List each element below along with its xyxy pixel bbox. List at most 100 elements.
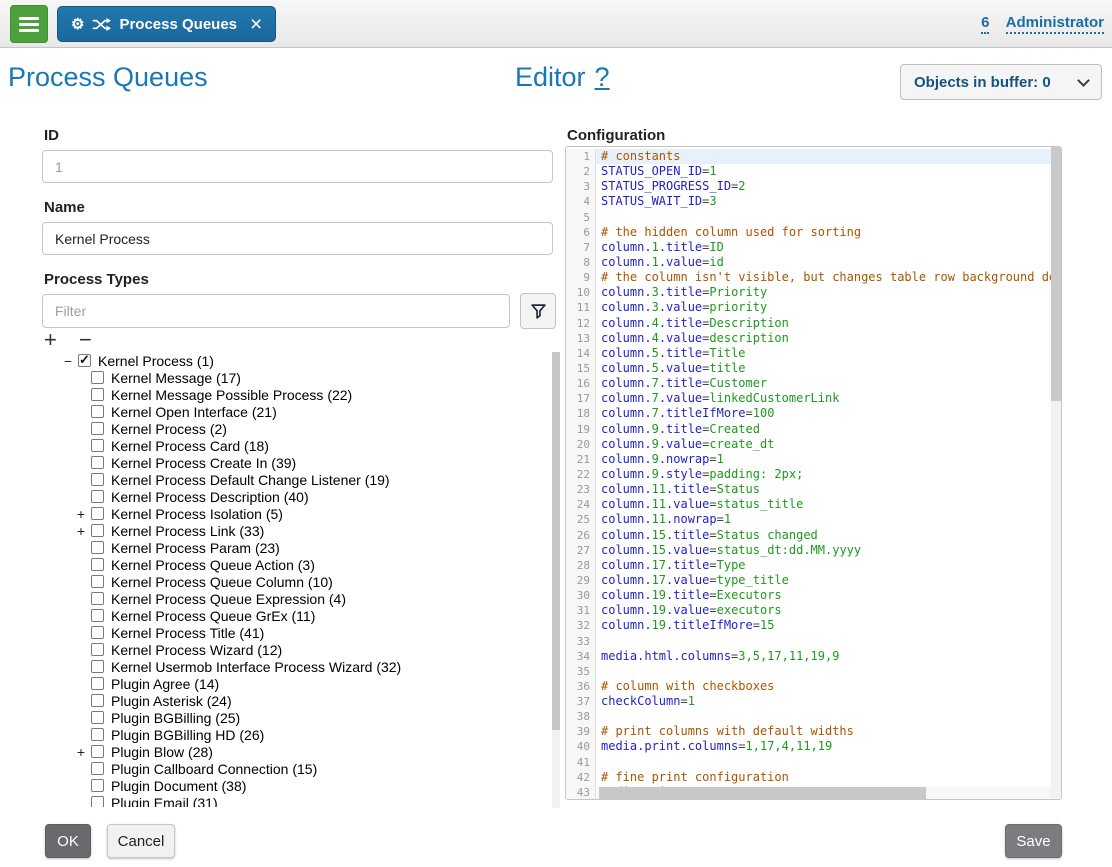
tree-checkbox[interactable]: [91, 711, 104, 724]
tree-item[interactable]: Plugin Callboard Connection (15): [42, 760, 548, 777]
tree-item-label: Kernel Process Param (23): [111, 540, 280, 556]
tree-scrollbar-thumb[interactable]: [552, 352, 560, 730]
tree-item[interactable]: Plugin Document (38): [42, 777, 548, 794]
tree-checkbox[interactable]: [91, 558, 104, 571]
tree-checkbox[interactable]: [91, 541, 104, 554]
tree-item[interactable]: Plugin Asterisk (24): [42, 692, 548, 709]
tab-process-queues[interactable]: ⚙ Process Queues ×: [57, 6, 276, 42]
editor-horizontal-scrollbar[interactable]: [597, 787, 1051, 799]
tree-checkbox[interactable]: [91, 456, 104, 469]
code-text: [596, 755, 1061, 770]
tree-item[interactable]: Kernel Process Create In (39): [42, 454, 548, 471]
tree-checkbox[interactable]: [91, 388, 104, 401]
tree-checkbox[interactable]: [91, 745, 104, 758]
tree-checkbox[interactable]: [91, 694, 104, 707]
code-text: STATUS_PROGRESS_ID=2: [596, 179, 1061, 194]
expand-toggle-icon[interactable]: +: [75, 507, 87, 521]
editor-vertical-scrollbar[interactable]: [1051, 147, 1061, 799]
tree-checkbox[interactable]: [91, 422, 104, 435]
filter-button[interactable]: [520, 293, 556, 329]
tree-checkbox[interactable]: [91, 643, 104, 656]
editor-vertical-scrollbar-thumb[interactable]: [1051, 147, 1061, 401]
menu-button[interactable]: [10, 5, 48, 43]
tree-checkbox[interactable]: [91, 439, 104, 452]
collapse-toggle-icon[interactable]: −: [62, 354, 74, 368]
code-text: [596, 634, 1061, 649]
tree-item[interactable]: Kernel Process Queue Column (10): [42, 573, 548, 590]
filter-input[interactable]: [42, 294, 510, 328]
tree-item[interactable]: +Plugin Blow (28): [42, 743, 548, 760]
objects-in-buffer-dropdown[interactable]: Objects in buffer: 0: [900, 64, 1102, 100]
tree-checkbox[interactable]: [91, 490, 104, 503]
tree-item-label: Kernel Process Queue GrEx (11): [111, 608, 315, 624]
code-text: column.17.value=type_title: [596, 573, 1061, 588]
tree-item[interactable]: Kernel Message Possible Process (22): [42, 386, 548, 403]
tree-item[interactable]: Kernel Process Wizard (12): [42, 641, 548, 658]
line-number: 36: [566, 679, 596, 694]
tree-item[interactable]: Kernel Process Description (40): [42, 488, 548, 505]
notification-count-link[interactable]: 6: [981, 14, 989, 34]
tree-item[interactable]: Kernel Process Queue Action (3): [42, 556, 548, 573]
line-number: 43: [566, 785, 596, 800]
id-field[interactable]: [42, 150, 553, 183]
tree-checkbox[interactable]: [91, 473, 104, 486]
code-text: column.3.value=priority: [596, 300, 1061, 315]
expand-toggle-icon[interactable]: +: [75, 524, 87, 538]
tree-item-label: Kernel Process Description (40): [111, 489, 309, 505]
tree-checkbox[interactable]: [91, 524, 104, 537]
collapse-all-button[interactable]: −: [79, 327, 92, 352]
tree-checkbox[interactable]: [91, 405, 104, 418]
tree-item[interactable]: Kernel Message (17): [42, 369, 548, 386]
tree-item-label: Kernel Process Queue Column (10): [111, 574, 333, 590]
close-icon[interactable]: ×: [250, 14, 262, 35]
ok-button[interactable]: OK: [45, 824, 91, 858]
code-line: 12column.4.title=Description: [566, 316, 1061, 331]
expand-toggle-icon[interactable]: +: [75, 745, 87, 759]
tree-checkbox[interactable]: [91, 779, 104, 792]
tree-checkbox[interactable]: [78, 354, 91, 367]
expand-all-button[interactable]: +: [44, 327, 57, 352]
name-field[interactable]: [42, 222, 553, 255]
tree-item[interactable]: Plugin Agree (14): [42, 675, 548, 692]
user-link[interactable]: Administrator: [1006, 14, 1104, 34]
tree-item-label: Kernel Usermob Interface Process Wizard …: [111, 659, 401, 675]
tree-item[interactable]: +Kernel Process Isolation (5): [42, 505, 548, 522]
code-lines: 1# constants2STATUS_OPEN_ID=13STATUS_PRO…: [566, 149, 1061, 800]
tree-item-label: Plugin Email (31): [111, 795, 218, 808]
tree-item[interactable]: Plugin Email (31): [42, 794, 548, 807]
help-link[interactable]: ?: [595, 62, 610, 92]
tree-checkbox[interactable]: [91, 371, 104, 384]
cancel-button[interactable]: Cancel: [107, 824, 175, 858]
tree-item[interactable]: Kernel Process Param (23): [42, 539, 548, 556]
editor-horizontal-scrollbar-thumb[interactable]: [599, 787, 926, 799]
tree-item-label: Kernel Message (17): [111, 370, 241, 386]
tree-checkbox[interactable]: [91, 609, 104, 622]
tree-checkbox[interactable]: [91, 677, 104, 690]
tree-item[interactable]: Kernel Process Default Change Listener (…: [42, 471, 548, 488]
tree-item[interactable]: Kernel Open Interface (21): [42, 403, 548, 420]
save-button[interactable]: Save: [1005, 824, 1062, 858]
tree-item[interactable]: Plugin BGBilling HD (26): [42, 726, 548, 743]
tree-checkbox[interactable]: [91, 796, 104, 807]
tree-scrollbar[interactable]: [552, 352, 560, 808]
tree-item[interactable]: Kernel Process Title (41): [42, 624, 548, 641]
code-line: 25column.11.nowrap=1: [566, 512, 1061, 527]
tree-item[interactable]: Kernel Process Queue Expression (4): [42, 590, 548, 607]
tree-checkbox[interactable]: [91, 626, 104, 639]
tree-checkbox[interactable]: [91, 592, 104, 605]
tree-item[interactable]: +Kernel Process Link (33): [42, 522, 548, 539]
tree-checkbox[interactable]: [91, 728, 104, 741]
tree-item[interactable]: Kernel Usermob Interface Process Wizard …: [42, 658, 548, 675]
tree-checkbox[interactable]: [91, 660, 104, 673]
tree-item[interactable]: Kernel Process Card (18): [42, 437, 548, 454]
code-text: media.html.columns=3,5,17,11,19,9: [596, 649, 1061, 664]
tree-item[interactable]: −Kernel Process (1): [42, 352, 548, 369]
code-text: column.9.title=Created: [596, 422, 1061, 437]
tree-item[interactable]: Kernel Process (2): [42, 420, 548, 437]
tree-item[interactable]: Plugin BGBilling (25): [42, 709, 548, 726]
tree-checkbox[interactable]: [91, 575, 104, 588]
tree-checkbox[interactable]: [91, 507, 104, 520]
tree-item[interactable]: Kernel Process Queue GrEx (11): [42, 607, 548, 624]
configuration-editor[interactable]: 1# constants2STATUS_OPEN_ID=13STATUS_PRO…: [565, 146, 1062, 800]
tree-checkbox[interactable]: [91, 762, 104, 775]
